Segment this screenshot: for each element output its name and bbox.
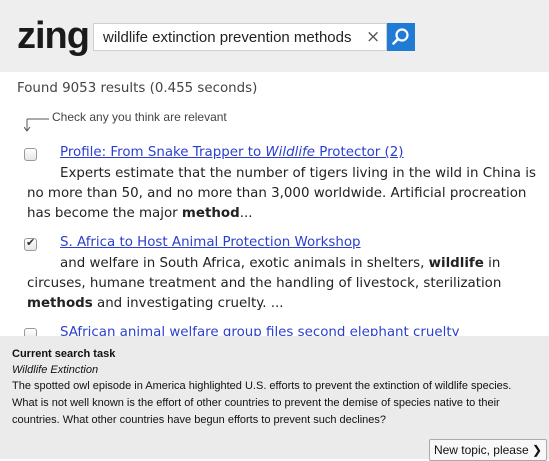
- search-task-panel: Current search task Wildlife Extinction …: [0, 336, 549, 461]
- result-title-link[interactable]: Profile: From Snake Trapper to Wildlife …: [60, 145, 404, 160]
- result-checkbox[interactable]: [24, 236, 37, 251]
- result-title-link[interactable]: S. Africa to Host Animal Protection Work…: [60, 235, 361, 250]
- result-snippet: Experts estimate that the number of tige…: [27, 166, 536, 221]
- hint-arrow-icon: [24, 118, 49, 132]
- result-snippet: and welfare in South Africa, exotic anim…: [27, 256, 502, 311]
- magnifier-icon: [392, 28, 409, 45]
- search-button[interactable]: [387, 23, 415, 51]
- task-description: The spotted owl episode in America highl…: [12, 380, 512, 426]
- search-input[interactable]: [103, 24, 358, 50]
- task-topic: Wildlife Extinction: [12, 364, 99, 376]
- header-bar: zing ×: [0, 0, 549, 72]
- clear-icon[interactable]: ×: [366, 27, 380, 47]
- search-box[interactable]: ×: [93, 23, 387, 51]
- new-topic-button[interactable]: New topic, please ❯: [429, 439, 547, 461]
- check-hint-text: Check any you think are relevant: [52, 110, 227, 124]
- zing-logo[interactable]: zing: [17, 14, 90, 58]
- result-checkbox[interactable]: [24, 148, 37, 161]
- results-count: Found 9053 results (0.455 seconds): [17, 81, 258, 96]
- task-heading: Current search task: [12, 348, 116, 360]
